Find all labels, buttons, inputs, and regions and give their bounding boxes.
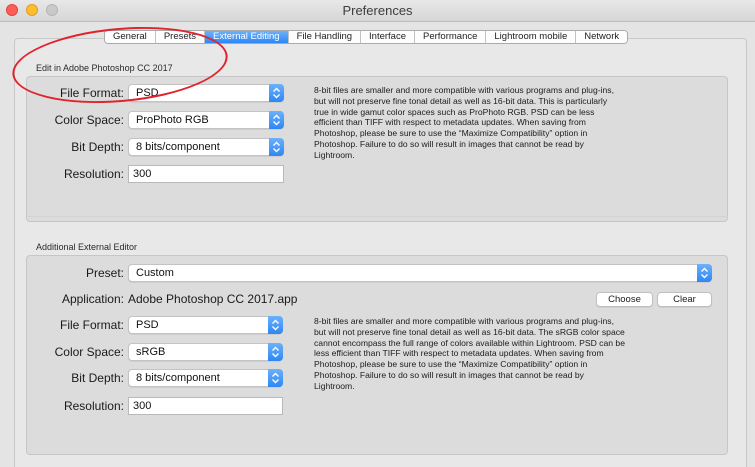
updown-arrows-icon [269,138,284,156]
ps-file-format-label: File Format: [59,86,124,100]
tab-lightroom-mobile[interactable]: Lightroom mobile [486,31,577,43]
tab-network[interactable]: Network [576,31,628,43]
ps-color-space-select[interactable]: ProPhoto RGB [128,111,284,129]
ae-color-space-value: sRGB [136,346,166,358]
updown-arrows-icon [697,264,712,282]
application-label: Application: [61,292,124,306]
ae-bit-depth-value: 8 bits/component [136,372,220,384]
title-bar: Preferences [0,0,755,22]
application-value: Adobe Photoshop CC 2017.app [128,292,298,306]
ae-bit-depth-select[interactable]: 8 bits/component [128,369,283,387]
tab-interface[interactable]: Interface [361,31,415,43]
ps-resolution-label: Resolution: [63,167,124,181]
tab-performance[interactable]: Performance [415,31,487,43]
ae-bit-depth-label: Bit Depth: [71,371,124,385]
tab-presets[interactable]: Presets [155,31,206,43]
clear-button[interactable]: Clear [657,292,712,307]
ae-resolution-input[interactable]: 300 [128,397,283,415]
additional-section-title: Additional External Editor [36,242,138,252]
ps-file-format-value: PSD [136,87,159,99]
ps-resolution-input[interactable]: 300 [128,165,284,183]
section-divider [28,216,728,217]
preset-value: Custom [136,267,174,279]
preset-select[interactable]: Custom [128,264,712,282]
ae-resolution-label: Resolution: [63,399,124,413]
updown-arrows-icon [268,316,283,334]
ae-file-format-select[interactable]: PSD [128,316,283,334]
tab-general[interactable]: General [105,31,156,43]
tab-external-editing[interactable]: External Editing [205,31,289,43]
ps-description-text: 8-bit files are smaller and more compati… [314,85,614,160]
updown-arrows-icon [268,343,283,361]
ae-description-text: 8-bit files are smaller and more compati… [314,316,625,391]
ae-color-space-select[interactable]: sRGB [128,343,283,361]
preferences-tabs: General Presets External Editing File Ha… [104,30,629,44]
ps-bit-depth-select[interactable]: 8 bits/component [128,138,284,156]
choose-button[interactable]: Choose [596,292,653,307]
window-title: Preferences [342,3,413,18]
updown-arrows-icon [269,111,284,129]
ps-color-space-value: ProPhoto RGB [136,114,209,126]
ae-file-format-value: PSD [136,319,159,331]
ps-bit-depth-label: Bit Depth: [71,140,124,154]
preset-label: Preset: [85,266,124,280]
tab-file-handling[interactable]: File Handling [288,31,362,43]
ps-bit-depth-value: 8 bits/component [136,141,220,153]
photoshop-section-title: Edit in Adobe Photoshop CC 2017 [36,63,173,73]
ps-file-format-select[interactable]: PSD [128,84,284,102]
updown-arrows-icon [269,84,284,102]
ps-color-space-label: Color Space: [54,113,124,127]
ae-color-space-label: Color Space: [54,345,124,359]
ae-file-format-label: File Format: [59,318,124,332]
updown-arrows-icon [268,369,283,387]
